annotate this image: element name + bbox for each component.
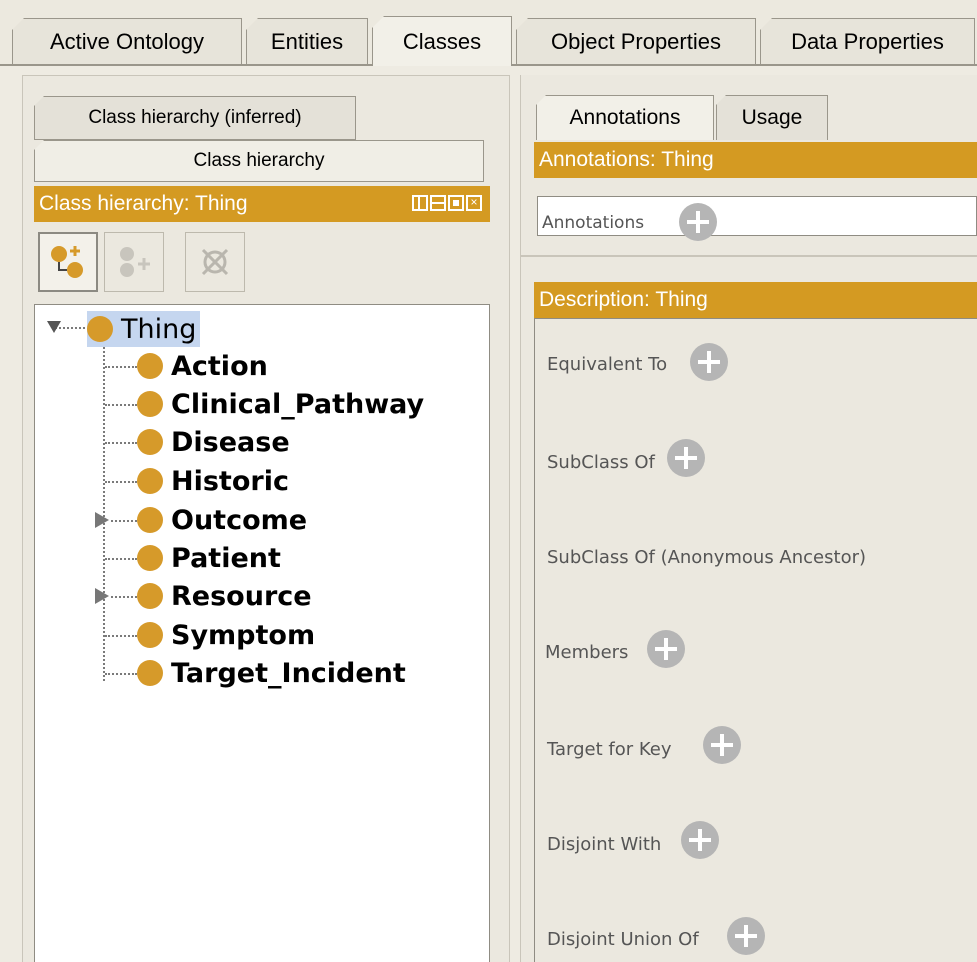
class-icon	[137, 429, 163, 455]
class-icon	[137, 583, 163, 609]
add-equivalent-to-icon[interactable]	[690, 343, 728, 381]
tree-node-label: Action	[171, 350, 268, 382]
tree-connector	[103, 339, 105, 681]
tree-node-label: Symptom	[171, 619, 316, 651]
tab-label: Data Properties	[791, 29, 944, 54]
tree-connector	[105, 442, 137, 444]
tree-node-action[interactable]: Action	[137, 348, 268, 384]
float-view-icon[interactable]	[448, 195, 464, 211]
tab-label: Active Ontology	[49, 29, 205, 54]
description-sections: Equivalent To SubClass Of SubClass Of (A…	[534, 318, 977, 962]
panel-title: Class hierarchy: Thing	[39, 192, 248, 215]
tree-connector	[111, 596, 137, 598]
tab-label: Entities	[270, 29, 344, 54]
tab-usage[interactable]: Usage	[716, 95, 828, 140]
class-hierarchy-header: Class hierarchy: Thing ×	[34, 186, 490, 222]
class-tree[interactable]: Thing Action Clinical_Pathway Disease Hi…	[34, 304, 490, 962]
collapse-icon[interactable]	[47, 321, 61, 333]
add-disjoint-union-of-icon[interactable]	[727, 917, 765, 955]
tab-classes[interactable]: Classes	[372, 16, 512, 66]
tree-node-label: Disease	[171, 426, 290, 458]
class-icon	[137, 391, 163, 417]
disjoint-union-of-label: Disjoint Union Of	[547, 929, 699, 950]
disjoint-with-label: Disjoint With	[547, 834, 662, 855]
annotations-box: Annotations	[537, 196, 977, 241]
delete-class-button[interactable]	[185, 232, 245, 292]
tree-connector	[105, 404, 137, 406]
tree-connector	[105, 366, 137, 368]
tab-label: Object Properties	[551, 29, 721, 54]
class-icon	[137, 468, 163, 494]
tree-connector	[105, 635, 137, 637]
add-disjoint-with-icon[interactable]	[681, 821, 719, 859]
add-annotation-icon[interactable]	[679, 203, 717, 241]
subclass-of-anonymous-ancestor-label: SubClass Of (Anonymous Ancestor)	[547, 547, 866, 568]
class-icon	[137, 545, 163, 571]
class-icon	[137, 660, 163, 686]
annotations-header: Annotations: Thing	[534, 142, 977, 178]
tab-object-properties[interactable]: Object Properties	[516, 18, 756, 65]
tree-node-label: Patient	[171, 542, 281, 574]
tree-connector	[105, 558, 137, 560]
tree-node-label: Outcome	[171, 504, 308, 536]
delete-class-icon	[201, 248, 229, 276]
add-sibling-class-icon	[120, 247, 150, 277]
tree-node-historic[interactable]: Historic	[137, 463, 289, 499]
tab-label: Class hierarchy (inferred)	[88, 107, 302, 128]
tab-label: Annotations	[569, 106, 681, 129]
equivalent-to-label: Equivalent To	[547, 354, 668, 375]
tree-node-resource[interactable]: Resource	[137, 578, 312, 614]
tree-node-label: Target_Incident	[171, 657, 406, 689]
tree-node-target-incident[interactable]: Target_Incident	[137, 655, 406, 691]
add-members-icon[interactable]	[647, 630, 685, 668]
panel-divider	[520, 255, 977, 257]
add-subclass-of-icon[interactable]	[667, 439, 705, 477]
class-icon	[137, 622, 163, 648]
class-icon	[87, 316, 113, 342]
target-for-key-label: Target for Key	[547, 739, 672, 760]
tab-class-hierarchy[interactable]: Class hierarchy	[34, 140, 484, 182]
tab-label: Classes	[402, 28, 482, 54]
description-header: Description: Thing	[534, 282, 977, 318]
split-horizontal-icon[interactable]	[430, 195, 446, 211]
tree-node-patient[interactable]: Patient	[137, 540, 281, 576]
tree-node-label: Clinical_Pathway	[171, 388, 425, 420]
tab-label: Class hierarchy	[193, 150, 325, 171]
tab-class-hierarchy-inferred[interactable]: Class hierarchy (inferred)	[34, 96, 356, 140]
expand-icon[interactable]	[95, 512, 109, 528]
add-subclass-button[interactable]	[38, 232, 98, 292]
tree-node-label: Thing	[121, 313, 197, 345]
tab-annotations[interactable]: Annotations	[536, 95, 714, 140]
add-target-for-key-icon[interactable]	[703, 726, 741, 764]
add-sibling-class-button[interactable]	[104, 232, 164, 292]
tree-connector	[105, 673, 137, 675]
tree-connector	[111, 520, 137, 522]
close-view-icon[interactable]: ×	[466, 195, 482, 211]
tab-label: Usage	[741, 106, 803, 129]
tab-data-properties[interactable]: Data Properties	[760, 18, 975, 65]
class-icon	[137, 507, 163, 533]
tab-entities[interactable]: Entities	[246, 18, 368, 65]
subclass-of-label: SubClass Of	[547, 452, 655, 473]
split-vertical-icon[interactable]	[412, 195, 428, 211]
annotations-label: Annotations	[542, 213, 645, 233]
tree-connector	[105, 481, 137, 483]
tree-node-label: Historic	[171, 465, 289, 497]
tree-node-outcome[interactable]: Outcome	[137, 502, 307, 538]
members-label: Members	[545, 642, 629, 663]
tree-node-symptom[interactable]: Symptom	[137, 617, 315, 653]
tab-active-ontology[interactable]: Active Ontology	[12, 18, 242, 65]
view-window-controls: ×	[412, 195, 482, 211]
class-icon	[137, 353, 163, 379]
panel-title: Annotations: Thing	[539, 148, 714, 171]
tree-node-clinical-pathway[interactable]: Clinical_Pathway	[137, 386, 424, 422]
main-tab-bar: Active Ontology Entities Classes Object …	[0, 0, 977, 66]
tree-node-disease[interactable]: Disease	[137, 424, 290, 460]
expand-icon[interactable]	[95, 588, 109, 604]
tree-node-thing[interactable]: Thing	[87, 311, 201, 347]
add-subclass-icon	[51, 246, 83, 278]
panel-title: Description: Thing	[539, 288, 708, 311]
tree-node-label: Resource	[171, 580, 312, 612]
